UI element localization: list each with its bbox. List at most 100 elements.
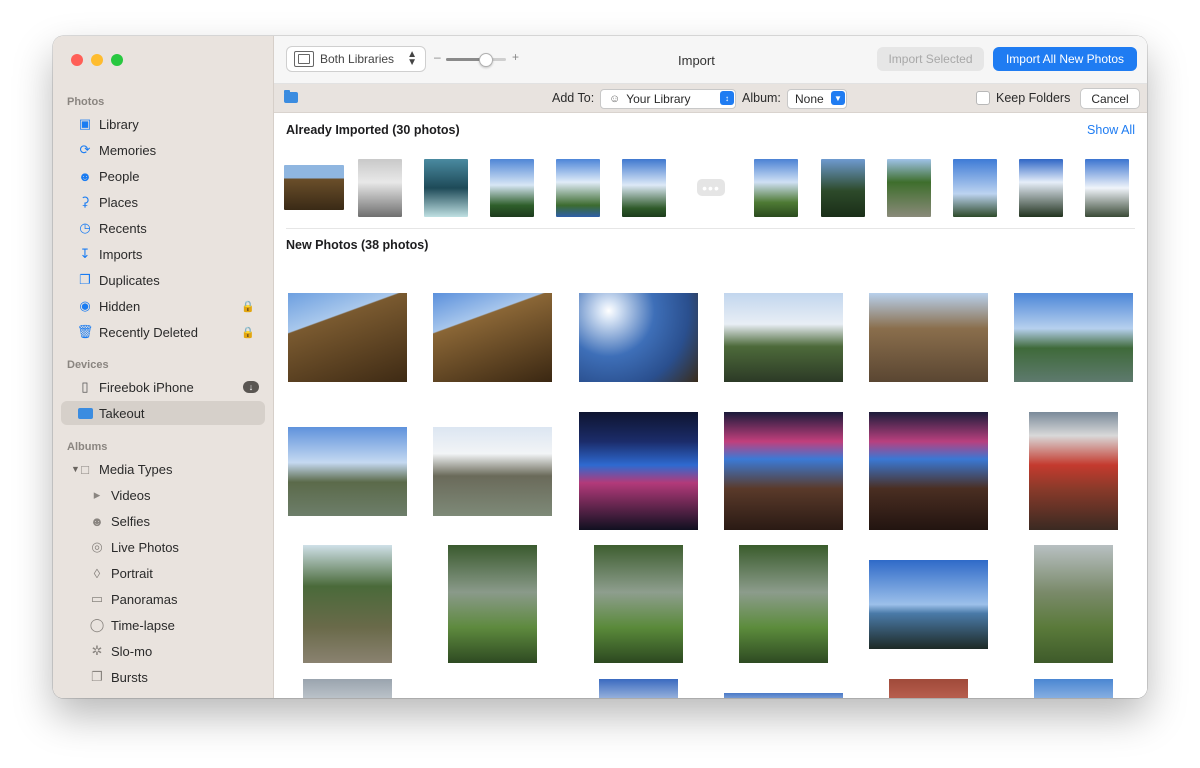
sidebar-item-label: Bursts	[111, 669, 148, 685]
time-lapse-icon: ◯	[89, 617, 105, 632]
sidebar-item-label: Videos	[111, 487, 151, 503]
chevron-updown-icon: ▲ ▼	[407, 49, 417, 68]
new-photo[interactable]	[889, 679, 968, 698]
sidebar-item-library[interactable]: ▣ Library	[61, 112, 265, 136]
sidebar-item-panoramas[interactable]: ▭ Panoramas	[61, 587, 265, 611]
zoom-slider-knob[interactable]	[479, 53, 493, 67]
new-photo[interactable]	[599, 679, 678, 698]
sidebar-item-live-photos[interactable]: ◎ Live Photos	[61, 535, 265, 559]
libraries-icon	[294, 51, 314, 67]
library-icon: ▣	[78, 116, 92, 131]
zoom-in-icon[interactable]: +	[512, 50, 519, 64]
main-area: Both Libraries ▲ ▼ – + Import Import Sele…	[274, 36, 1147, 698]
new-photo[interactable]	[1029, 412, 1118, 530]
new-photo[interactable]	[433, 293, 552, 382]
sidebar-item-people[interactable]: ☻ People	[61, 164, 265, 188]
sidebar-item-label: Panoramas	[111, 591, 178, 607]
minimize-window-button[interactable]	[91, 54, 103, 66]
sidebar-item-duplicates[interactable]: ❐ Duplicates	[61, 268, 265, 292]
video-icon: ▸	[93, 487, 101, 502]
sidebar-item-slo-mo[interactable]: ✲ Slo-mo	[61, 639, 265, 663]
new-photo[interactable]	[433, 427, 552, 516]
new-photo[interactable]	[288, 293, 407, 382]
new-photo[interactable]	[1014, 293, 1133, 382]
selfie-icon: ☻	[90, 513, 104, 529]
imported-thumbnail[interactable]	[358, 159, 402, 217]
import-all-button[interactable]: Import All New Photos	[993, 47, 1137, 71]
new-photo[interactable]	[869, 293, 988, 382]
new-photo[interactable]	[724, 693, 843, 698]
import-selected-button[interactable]: Import Selected	[877, 47, 984, 71]
sidebar-item-label: Slo-mo	[111, 643, 153, 659]
sidebar-item-label: Hidden	[99, 298, 141, 314]
sidebar-item-media-types[interactable]: ▼ □ Media Types	[61, 457, 265, 481]
folder-icon	[77, 405, 93, 421]
sidebar-item-bursts[interactable]: ❐ Bursts	[61, 665, 265, 689]
add-to-select[interactable]: ☺ Your Library ↕	[600, 89, 736, 109]
zoom-out-icon[interactable]: –	[434, 50, 441, 64]
library-select-value: Both Libraries	[320, 52, 395, 66]
more-photos-indicator[interactable]: •••	[697, 179, 725, 196]
new-photo[interactable]	[739, 545, 828, 663]
new-photo[interactable]	[594, 545, 683, 663]
folder-icon[interactable]	[284, 90, 298, 103]
sidebar-item-portrait[interactable]: ◊ Portrait	[61, 561, 265, 585]
imported-thumbnail[interactable]	[1019, 159, 1063, 217]
new-photo[interactable]	[288, 427, 407, 516]
new-photo[interactable]	[869, 560, 988, 649]
new-photo[interactable]	[1034, 545, 1113, 663]
chevron-down-icon[interactable]: ▼	[71, 464, 80, 474]
imported-thumbnail[interactable]	[490, 159, 534, 217]
sidebar-section-albums: Albums	[67, 441, 108, 453]
close-window-button[interactable]	[71, 54, 83, 66]
keep-folders-checkbox[interactable]: Keep Folders	[976, 91, 1070, 105]
cancel-button[interactable]: Cancel	[1080, 88, 1140, 109]
album-select[interactable]: None ▼	[787, 89, 847, 109]
imported-thumbnail[interactable]	[556, 159, 600, 217]
sidebar-item-label: Portrait	[111, 565, 153, 581]
sidebar-item-places[interactable]: ⚳ Places	[61, 190, 265, 214]
sidebar-item-time-lapse[interactable]: ◯ Time-lapse	[61, 613, 265, 637]
new-photo[interactable]	[724, 412, 843, 530]
library-select[interactable]: Both Libraries ▲ ▼	[286, 46, 426, 72]
sidebar-item-recents[interactable]: ◷ Recents	[61, 216, 265, 240]
new-photo[interactable]	[303, 679, 392, 698]
sidebar-item-imports[interactable]: ↧ Imports	[61, 242, 265, 266]
zoom-slider[interactable]: – +	[434, 50, 524, 67]
bursts-icon: ❐	[91, 669, 103, 684]
sidebar-item-takeout[interactable]: Takeout	[61, 401, 265, 425]
toolbar: Both Libraries ▲ ▼ – + Import Import Sele…	[274, 36, 1147, 84]
new-photo[interactable]	[869, 412, 988, 530]
new-photo[interactable]	[448, 545, 537, 663]
imported-thumbnail[interactable]	[1085, 159, 1129, 217]
new-photo[interactable]	[303, 545, 392, 663]
new-photo[interactable]	[724, 293, 843, 382]
imported-thumbnail[interactable]	[424, 159, 468, 217]
checkbox-box[interactable]	[976, 91, 990, 105]
window-title: Import	[678, 53, 715, 68]
imported-thumbnail[interactable]	[284, 165, 344, 210]
sidebar-item-iphone[interactable]: ▯ Fireebok iPhone ↓	[61, 375, 265, 399]
sidebar-item-memories[interactable]: ⟳ Memories	[61, 138, 265, 162]
zoom-window-button[interactable]	[111, 54, 123, 66]
imported-thumbnail[interactable]	[953, 159, 997, 217]
show-all-link[interactable]: Show All	[1087, 123, 1135, 137]
sidebar-item-videos[interactable]: ▸ Videos	[61, 483, 265, 507]
imported-thumbnail[interactable]	[821, 159, 865, 217]
sidebar-item-selfies[interactable]: ☻ Selfies	[61, 509, 265, 533]
imported-thumbnail[interactable]	[622, 159, 666, 217]
duplicates-icon: ❐	[79, 272, 91, 287]
keep-folders-label: Keep Folders	[996, 91, 1071, 105]
cloud-download-icon[interactable]: ↓	[243, 381, 259, 393]
imported-thumbnail[interactable]	[754, 159, 798, 217]
new-photo[interactable]	[579, 412, 698, 530]
panorama-icon: ▭	[90, 591, 104, 606]
new-photo[interactable]	[579, 293, 698, 382]
pin-icon: ⚳	[80, 194, 90, 209]
already-imported-heading: Already Imported (30 photos)	[286, 123, 460, 137]
sidebar-item-recently-deleted[interactable]: 🗑 Recently Deleted 🔒	[61, 320, 265, 344]
add-to-value: Your Library	[626, 92, 691, 106]
imported-thumbnail[interactable]	[887, 159, 931, 217]
new-photo[interactable]	[1034, 679, 1113, 698]
sidebar-item-hidden[interactable]: ◉ Hidden 🔒	[61, 294, 265, 318]
